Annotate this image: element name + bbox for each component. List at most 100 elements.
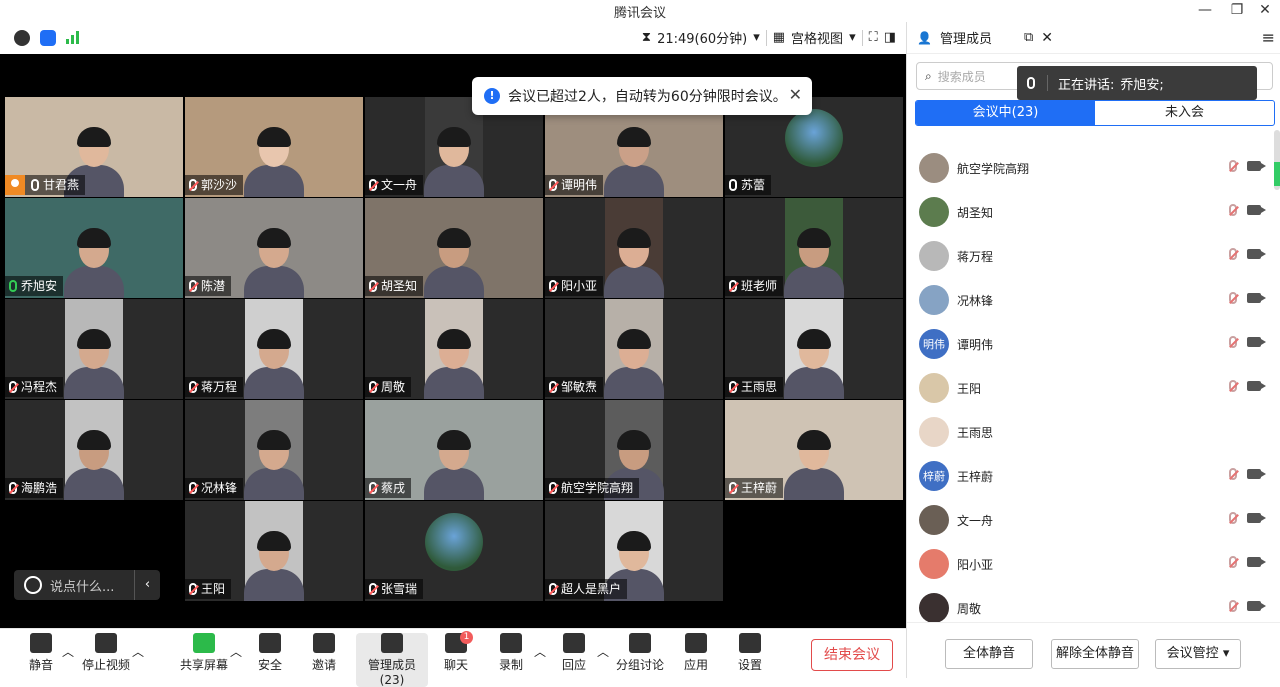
video-tile[interactable]: 乔旭安 (5, 198, 183, 298)
video-tile[interactable]: 航空学院高翔 (545, 400, 723, 500)
video-tile[interactable]: 冯程杰 (5, 299, 183, 399)
camera-off-icon[interactable] (1247, 513, 1266, 523)
camera-off-icon[interactable] (1247, 249, 1266, 259)
chevron-up-icon[interactable]: ︿ (132, 643, 144, 660)
video-tile[interactable]: 蔡戌 (365, 400, 543, 500)
mic-muted-icon[interactable] (1229, 512, 1237, 524)
camera-off-icon[interactable] (1247, 205, 1266, 215)
member-row[interactable]: 梓蔚 王梓蔚 (907, 454, 1280, 498)
chevron-up-icon[interactable]: ︿ (597, 643, 609, 660)
member-row[interactable]: 航空学院高翔 (907, 146, 1280, 190)
camera-off-icon[interactable] (1247, 601, 1266, 611)
unmute-all-button[interactable]: 解除全体静音 (1051, 639, 1139, 669)
apps-button[interactable]: 应用 (683, 633, 709, 673)
mute-button[interactable]: 静音 (26, 633, 56, 673)
camera-off-icon[interactable] (1247, 337, 1266, 347)
member-row[interactable]: 况林锋 (907, 278, 1280, 322)
chat-input[interactable]: 说点什么... ‹ (14, 570, 160, 600)
meeting-timer[interactable]: 21:49(60分钟) (657, 28, 747, 47)
fullscreen-icon[interactable]: ⛶ (869, 30, 878, 45)
mic-muted-icon[interactable] (1229, 380, 1237, 392)
view-mode-select[interactable]: 宫格视图 (791, 28, 843, 47)
member-row[interactable]: 周敬 (907, 586, 1280, 622)
mic-muted-icon[interactable] (1229, 292, 1237, 304)
record-button[interactable]: 录制 (498, 633, 524, 673)
video-tile[interactable]: 蒋万程 (185, 299, 363, 399)
invite-label: 邀请 (311, 658, 336, 672)
video-tile[interactable]: 王阳 (185, 501, 363, 601)
video-tile[interactable]: 甘君燕 (5, 97, 183, 197)
mic-muted-icon[interactable] (1229, 600, 1237, 612)
shield-icon[interactable] (40, 30, 56, 46)
meeting-control-button[interactable]: 会议管控 ▾ (1155, 639, 1241, 669)
manage-members-button[interactable]: 管理成员(23) (356, 633, 428, 687)
chevron-down-icon[interactable]: ▾ (849, 30, 856, 45)
close-window-button[interactable]: ✕ (1250, 0, 1280, 22)
minimize-button[interactable]: — (1190, 0, 1220, 22)
member-row[interactable]: 王阳 (907, 366, 1280, 410)
video-tile[interactable]: 周敬 (365, 299, 543, 399)
sidebar-toggle-icon[interactable]: ◨ (884, 30, 896, 45)
tab-not-joined[interactable]: 未入会 (1095, 101, 1274, 125)
video-tile[interactable]: 王梓蔚 (725, 400, 903, 500)
mic-muted-icon[interactable] (1229, 204, 1237, 216)
camera-off-icon[interactable] (1247, 557, 1266, 567)
tab-in-meeting[interactable]: 会议中(23) (916, 101, 1095, 125)
member-row[interactable]: 明伟 谭明伟 (907, 322, 1280, 366)
member-row[interactable]: 文一舟 (907, 498, 1280, 542)
video-tile[interactable]: 况林锋 (185, 400, 363, 500)
emoji-icon[interactable] (24, 576, 42, 594)
mic-muted-icon[interactable] (1229, 248, 1237, 260)
video-tile[interactable]: 陈潜 (185, 198, 363, 298)
share-screen-button[interactable]: 共享屏幕 (180, 633, 228, 673)
camera-off-icon[interactable] (1247, 161, 1266, 171)
mic-muted-icon[interactable] (1229, 160, 1237, 172)
camera-off-icon[interactable] (1247, 469, 1266, 479)
mic-muted-icon[interactable] (1229, 468, 1237, 480)
invite-button[interactable]: 邀请 (311, 633, 337, 673)
info-icon[interactable] (14, 30, 30, 46)
hair-shape (257, 531, 291, 551)
camera-off-icon[interactable] (1247, 381, 1266, 391)
video-tile[interactable]: 郭沙沙 (185, 97, 363, 197)
popout-icon[interactable]: ⧉ (1024, 30, 1033, 45)
member-row[interactable]: 胡圣知 (907, 190, 1280, 234)
video-tile[interactable]: 班老师 (725, 198, 903, 298)
camera-off-icon[interactable] (1247, 293, 1266, 303)
collapse-chat-icon[interactable]: ‹ (134, 570, 160, 600)
video-tile[interactable]: 阳小亚 (545, 198, 723, 298)
hair-shape (617, 430, 651, 450)
mic-icon (9, 280, 17, 292)
member-row[interactable]: 蒋万程 (907, 234, 1280, 278)
react-button[interactable]: 回应 (561, 633, 587, 673)
breakout-button[interactable]: 分组讨论 (616, 633, 664, 673)
video-tile[interactable]: 海鹏浩 (5, 400, 183, 500)
video-tile[interactable]: 邹敏焘 (545, 299, 723, 399)
security-button[interactable]: 安全 (257, 633, 283, 673)
video-tile[interactable]: 王雨思 (725, 299, 903, 399)
member-row[interactable]: 阳小亚 (907, 542, 1280, 586)
mic-muted-icon[interactable] (1229, 336, 1237, 348)
mute-all-button[interactable]: 全体静音 (945, 639, 1033, 669)
video-tile[interactable]: 超人是黑户 (545, 501, 723, 601)
stop-video-button[interactable]: 停止视频 (82, 633, 130, 673)
signal-icon[interactable] (66, 30, 79, 44)
end-meeting-button[interactable]: 结束会议 (811, 639, 893, 671)
participant-figure (244, 521, 304, 601)
chevron-up-icon[interactable]: ︿ (62, 643, 74, 660)
mic-muted-icon (189, 381, 197, 393)
chevron-up-icon[interactable]: ︿ (230, 643, 242, 660)
chevron-down-icon[interactable]: ▾ (753, 30, 760, 45)
chevron-up-icon[interactable]: ︿ (534, 643, 546, 660)
video-tile[interactable]: 张雪瑞 (365, 501, 543, 601)
chat-button[interactable]: 1 聊天 (443, 631, 473, 673)
mic-muted-icon[interactable] (1229, 556, 1237, 568)
menu-icon[interactable]: ≡ (1262, 28, 1275, 47)
close-icon[interactable]: ✕ (1041, 30, 1053, 46)
settings-button[interactable]: 设置 (737, 633, 763, 673)
grid-view-icon[interactable]: ▦ (773, 30, 785, 45)
video-tile[interactable]: 胡圣知 (365, 198, 543, 298)
member-row[interactable]: 王雨思 (907, 410, 1280, 454)
close-icon[interactable]: ✕ (789, 85, 802, 104)
restore-button[interactable]: ❐ (1222, 0, 1252, 22)
